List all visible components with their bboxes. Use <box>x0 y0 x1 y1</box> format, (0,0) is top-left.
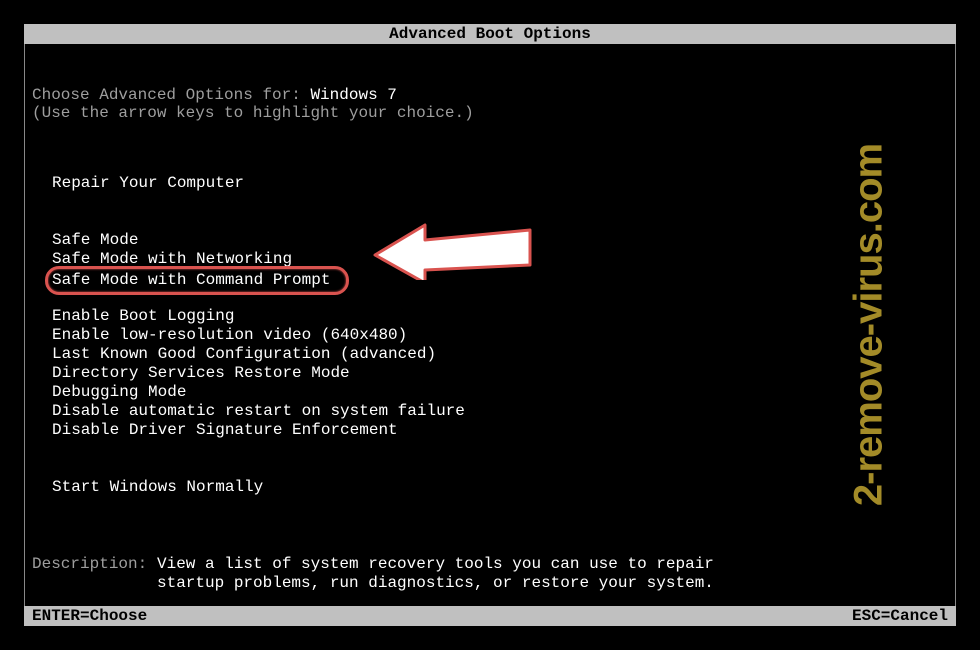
menu-debugging[interactable]: Debugging Mode <box>52 383 186 402</box>
description-block: Description: View a list of system recov… <box>32 555 948 593</box>
description-text: View a list of system recovery tools you… <box>157 555 714 593</box>
hint-line: (Use the arrow keys to highlight your ch… <box>32 104 948 122</box>
description-label: Description: <box>32 555 157 573</box>
menu-low-res-video[interactable]: Enable low-resolution video (640x480) <box>52 326 407 345</box>
menu-start-normally[interactable]: Start Windows Normally <box>52 478 263 497</box>
menu-safe-mode-cmd[interactable]: Safe Mode with Command Prompt <box>52 271 330 290</box>
menu-disable-auto-restart[interactable]: Disable automatic restart on system fail… <box>52 402 465 421</box>
os-name: Windows 7 <box>310 86 396 104</box>
menu-ds-restore[interactable]: Directory Services Restore Mode <box>52 364 350 383</box>
menu-last-known-good[interactable]: Last Known Good Configuration (advanced) <box>52 345 436 364</box>
menu-safe-mode[interactable]: Safe Mode <box>52 231 138 250</box>
window-title: Advanced Boot Options <box>389 25 591 43</box>
menu-disable-sig-enforce[interactable]: Disable Driver Signature Enforcement <box>52 421 398 440</box>
menu-repair-computer[interactable]: Repair Your Computer <box>52 174 244 193</box>
choose-line: Choose Advanced Options for: Windows 7 <box>32 86 948 104</box>
menu-boot-logging[interactable]: Enable Boot Logging <box>52 307 234 326</box>
content-area: Choose Advanced Options for: Windows 7 (… <box>24 44 956 602</box>
footer-esc: ESC=Cancel <box>852 606 948 626</box>
highlighted-menu-item[interactable]: Safe Mode with Command Prompt <box>45 266 349 295</box>
footer-bar: ENTER=Choose ESC=Cancel <box>24 606 956 626</box>
footer-enter: ENTER=Choose <box>32 606 147 626</box>
boot-menu[interactable]: Repair Your Computer Safe Mode Safe Mode… <box>32 174 948 497</box>
title-bar: Advanced Boot Options <box>24 24 956 44</box>
